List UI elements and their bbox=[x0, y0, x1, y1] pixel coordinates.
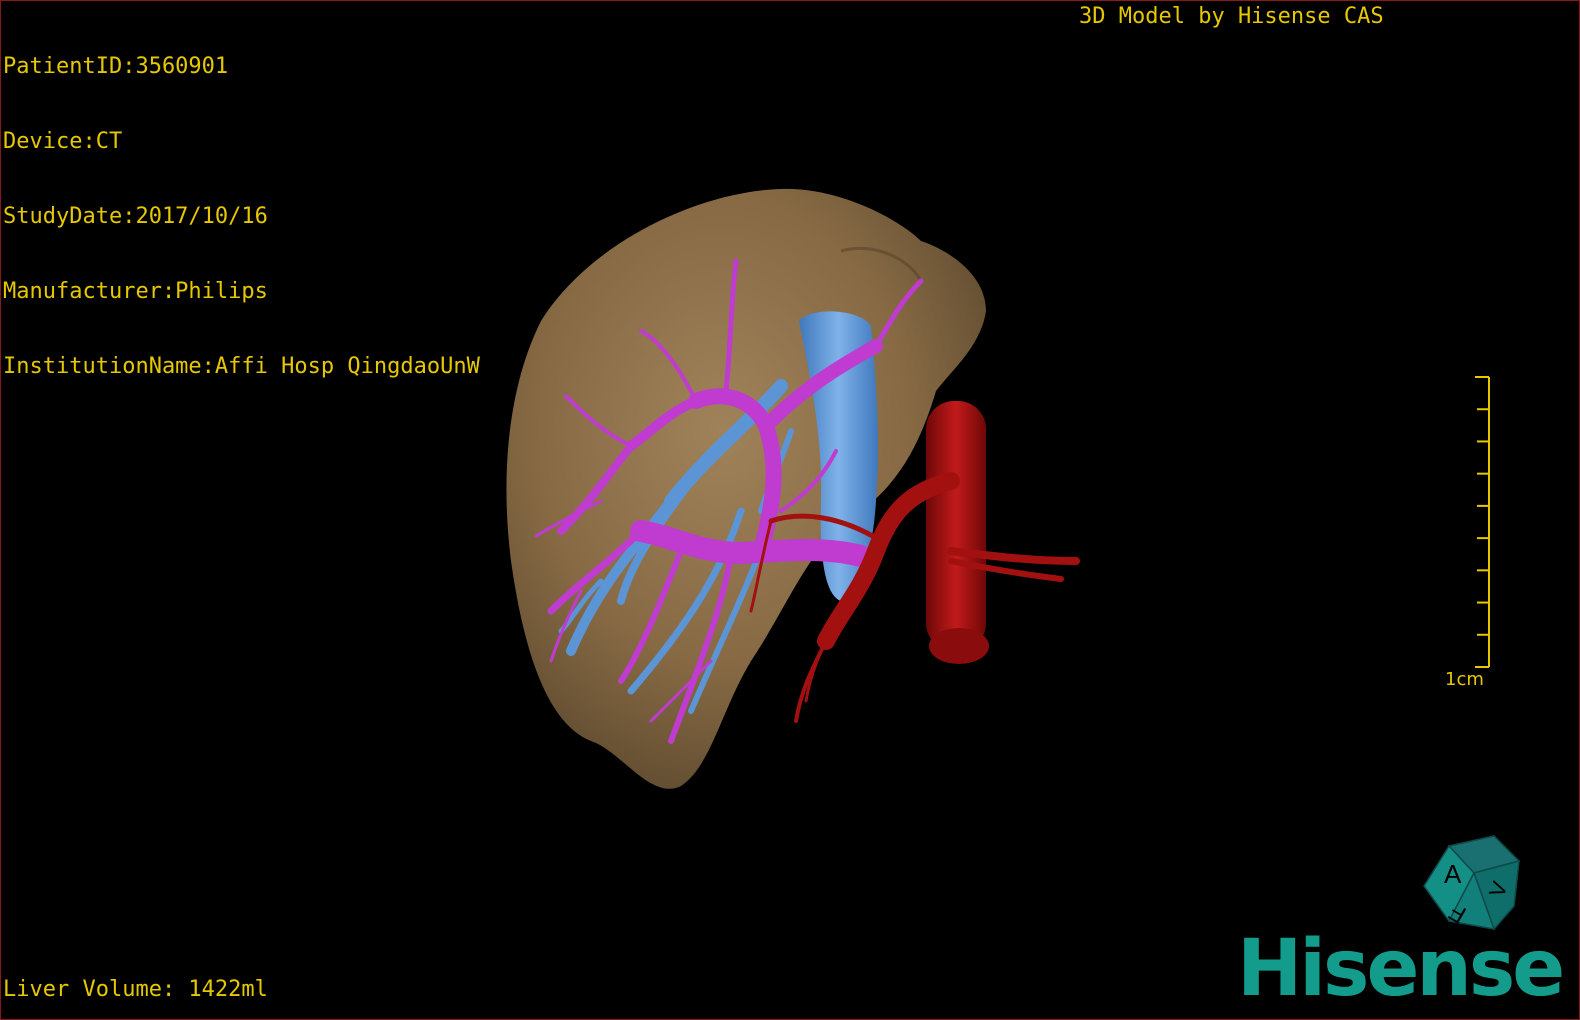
liver-3d-model[interactable] bbox=[481, 181, 1121, 801]
study-date: StudyDate:2017/10/16 bbox=[3, 204, 268, 229]
institution-name: InstitutionName:Affi Hosp QingdaoUnW bbox=[3, 354, 480, 379]
scale-bar bbox=[1475, 376, 1490, 668]
hisense-logo: Hisense bbox=[1237, 924, 1565, 1014]
model-credit: 3D Model by Hisense CAS bbox=[1079, 4, 1384, 29]
cube-label-top: A bbox=[1444, 859, 1462, 889]
device: Device:CT bbox=[3, 129, 123, 154]
manufacturer: Manufacturer:Philips bbox=[3, 279, 268, 304]
scale-label: 1cm bbox=[1445, 669, 1484, 690]
3d-viewport[interactable]: PatientID:3560901 Device:CT StudyDate:20… bbox=[0, 0, 1580, 1020]
aorta bbox=[926, 401, 986, 651]
aorta-end bbox=[929, 628, 989, 664]
patient-info: PatientID:3560901 Device:CT StudyDate:20… bbox=[3, 4, 480, 429]
liver-volume: Liver Volume: 1422ml bbox=[3, 977, 268, 1002]
patient-id: PatientID:3560901 bbox=[3, 54, 229, 79]
hepatic-artery-branches bbox=[749, 472, 1080, 723]
